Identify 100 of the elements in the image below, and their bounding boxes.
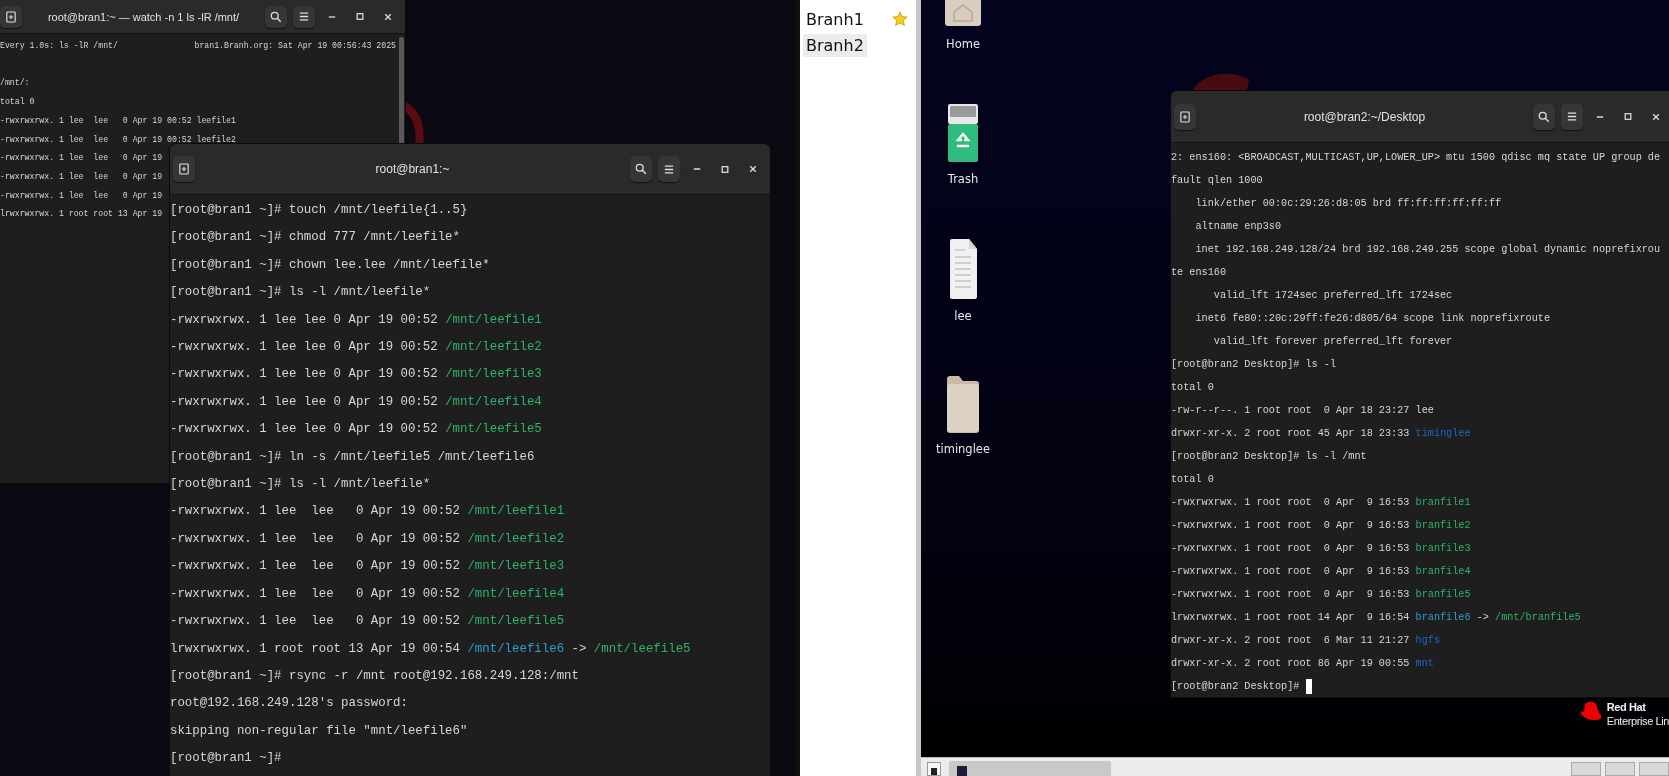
logo-subtitle: Enterprise Lin [1606, 714, 1669, 728]
window-title: root@bran1:~ [374, 162, 451, 176]
home-icon [943, 0, 983, 28]
terminal-line: lrwxrwxrwx. 1 root root 13 Apr 19 00:54 /mnt/leefile6 -> /mnt/leefile5 [170, 640, 691, 658]
maximize-icon [721, 164, 729, 174]
terminal-line: -rwxrwxrwx. 1 lee lee 0 Apr 19 00:52 leefile1 [0, 114, 236, 127]
new-tab-icon [1180, 110, 1190, 123]
taskbar-button[interactable] [949, 761, 1111, 776]
terminal-line: [root@bran1 ~]# chmod 777 /mnt/leefile* [170, 229, 460, 247]
terminal-line: [root@bran2 Desktop]# [1171, 680, 1301, 694]
window-title: root@bran1:~ — watch -n 1 ls -lR /mnt/ [46, 10, 241, 23]
terminal-line: drwxr-xr-x. 2 root root 86 Apr 19 00:55 mnt [1171, 657, 1434, 671]
terminal-line: -rwxrwxrwx. 1 lee lee 0 Apr 19 00:52 /mnt/leefile4 [170, 585, 565, 603]
close-icon [384, 12, 392, 21]
sidebar-item[interactable]: Branh1 [803, 7, 867, 31]
terminal-line: 2: ens160: <BROADCAST,MULTICAST,UP,LOWER_UP> mtu 1500 qdisc mq state UP group de [1171, 151, 1661, 165]
terminal-line: lrwxrwxrwx. 1 root root 14 Apr 9 16:54 branfile6 -> /mnt/branfile5 [1171, 611, 1581, 625]
search-button[interactable] [1533, 103, 1555, 130]
logo-text: Red Hat [1606, 700, 1647, 714]
terminal-line: total 0 [1171, 473, 1214, 487]
terminal-line: root@192.168.249.128's password: [170, 695, 408, 713]
desktop-icon-label[interactable]: timinglee [935, 442, 990, 456]
maximize-icon [356, 12, 364, 21]
trash-icon [947, 103, 979, 163]
terminal-line: inet6 fe80::20c:29ff:fe26:d805/64 scope link noprefixroute [1194, 312, 1551, 326]
folder-icon [946, 375, 980, 433]
terminal-line: [root@bran1 ~]# ln -s /mnt/leefile5 /mnt/leefile6 [170, 448, 535, 466]
terminal-line: inet 192.168.249.128/24 brd 192.168.249.255 scope global dynamic noprefixrou [1194, 243, 1661, 257]
terminal-line: -rwxrwxrwx. 1 lee lee 0 Apr 19 00:52 /mnt/leefile5 [170, 613, 565, 631]
menu-icon [299, 11, 309, 22]
terminal-line: -rwxrwxrwx. 1 root root 0 Apr 9 16:53 branfile1 [1171, 496, 1471, 510]
sidebar-item[interactable]: Branh2 [803, 33, 867, 57]
terminal-line: -rwxrwxrwx. 1 root root 0 Apr 9 16:53 branfile2 [1171, 519, 1471, 533]
host-timestamp: bran1.Branh.org: Sat Apr 19 00:56:43 2025 [194, 40, 396, 52]
terminal-line: -rwxrwxrwx. 1 lee lee 0 Apr 19 [0, 189, 163, 202]
menu-icon [1567, 111, 1577, 122]
terminal-line: -rwxrwxrwx. 1 lee lee 0 Apr 19 00:52 /mnt/leefile3 [170, 366, 542, 384]
terminal-line: -rwxrwxrwx. 1 lee lee 0 Apr 19 [0, 170, 163, 183]
terminal-line: valid_lft forever preferred_lft forever [1212, 335, 1453, 349]
terminal-line: link/ether 00:0c:29:26:d8:05 brd ff:ff:ff:ff:ff:ff [1194, 197, 1502, 211]
terminal-line: [root@bran1 ~]# ls -l /mnt/leefile* [170, 284, 431, 302]
watch-command: Every 1.0s: ls -lR /mnt/ [0, 40, 118, 52]
terminal-line: -rwxrwxrwx. 1 root root 0 Apr 9 16:53 branfile3 [1171, 542, 1471, 556]
hat-logo-icon [1578, 700, 1603, 722]
menu-button[interactable] [658, 156, 680, 182]
terminal-line: altname enp3s0 [1194, 220, 1282, 234]
new-tab-icon [6, 10, 16, 23]
terminal-line: -rwxrwxrwx. 1 lee lee 0 Apr 19 00:52 /mnt/leefile1 [170, 311, 542, 329]
terminal-line: -rwxrwxrwx. 1 lee lee 0 Apr 19 00:52 /mnt/leefile2 [170, 339, 542, 357]
document-icon [948, 238, 978, 300]
menu-button[interactable] [1561, 103, 1583, 130]
terminal-line: -rwxrwxrwx. 1 lee lee 0 Apr 19 00:52 /mnt/leefile1 [170, 503, 565, 521]
terminal-line: -rwxrwxrwx. 1 root root 0 Apr 9 16:53 branfile5 [1171, 588, 1471, 602]
terminal-line: -rwxrwxrwx. 1 lee lee 0 Apr 19 00:52 /mnt/leefile5 [170, 421, 542, 439]
terminal-line: [root@bran1 ~]# rsync -r /mnt root@192.168.249.128:/mnt [170, 667, 579, 685]
terminal-line: [root@bran1 ~]# ls -l /mnt/leefile* [170, 476, 431, 494]
terminal-line: [root@bran1 ~]# chown lee.lee /mnt/leefile* [170, 256, 490, 274]
close-icon [1652, 112, 1660, 121]
minimize-icon [1596, 115, 1604, 118]
terminal-line: -rwxrwxrwx. 1 lee lee 0 Apr 19 00:52 /mnt/leefile2 [170, 530, 565, 548]
terminal-line: drwxr-xr-x. 2 root root 45 Apr 18 23:33 timinglee [1171, 427, 1471, 441]
window-title: root@bran2:~/Desktop [1302, 109, 1427, 124]
taskbar-button[interactable] [927, 762, 941, 776]
new-tab-icon [179, 163, 189, 175]
terminal-line: -rw-r--r--. 1 root root 0 Apr 18 23:27 lee [1171, 404, 1434, 418]
terminal-line: -rwxrwxrwx. 1 root root 0 Apr 9 16:53 branfile4 [1171, 565, 1471, 579]
new-tab-button[interactable] [1174, 103, 1196, 130]
terminal-line: -rwxrwxrwx. 1 lee lee 0 Apr 19 [0, 152, 163, 165]
scrollbar-thumb[interactable] [399, 37, 404, 145]
search-icon [635, 163, 647, 175]
terminal-line: [root@bran1 ~]# touch /mnt/leefile{1..5} [170, 202, 468, 219]
minimize-icon [328, 15, 336, 18]
menu-button[interactable] [293, 5, 315, 28]
terminal-line: -rwxrwxrwx. 1 lee lee 0 Apr 19 00:52 leefile2 [0, 133, 236, 146]
terminal-line: [root@bran2 Desktop]# ls -l /mnt [1171, 450, 1367, 464]
desktop-icon-label[interactable]: Home [946, 37, 980, 51]
desktop-icon-label[interactable]: lee [954, 309, 972, 323]
menu-icon [664, 163, 674, 175]
search-button[interactable] [630, 156, 652, 182]
terminal-line: /mnt/: [0, 77, 30, 90]
terminal-line: total 0 [0, 96, 35, 109]
minimize-icon [693, 168, 701, 170]
terminal-line: valid_lft 1724sec preferred_lft 1724sec [1212, 289, 1453, 303]
terminal-line: -rwxrwxrwx. 1 lee lee 0 Apr 19 00:52 /mnt/leefile4 [170, 393, 542, 411]
terminal-line: [root@bran1 ~]# [170, 750, 282, 768]
terminal-line: te ens160 [1171, 266, 1227, 280]
new-tab-button[interactable] [173, 156, 195, 182]
terminal-line: drwxr-xr-x. 2 root root 6 Mar 11 21:27 hgfs [1171, 634, 1440, 648]
search-icon [1538, 110, 1550, 123]
search-icon [270, 10, 282, 23]
new-tab-button[interactable] [0, 5, 22, 28]
terminal-line: lrwxrwxrwx. 1 root root 13 Apr 19 [0, 208, 163, 221]
desktop-icon-label[interactable]: Trash [947, 172, 979, 186]
terminal-line: [root@bran2 Desktop]# ls -l [1171, 358, 1337, 372]
terminal-line: total 0 [1171, 381, 1214, 395]
close-icon [749, 165, 757, 173]
terminal-line: skipping non-regular file "mnt/leefile6" [170, 722, 468, 740]
terminal-line: -rwxrwxrwx. 1 lee lee 0 Apr 19 00:52 /mnt/leefile3 [170, 558, 565, 576]
maximize-icon [1624, 112, 1632, 121]
search-button[interactable] [265, 5, 287, 28]
